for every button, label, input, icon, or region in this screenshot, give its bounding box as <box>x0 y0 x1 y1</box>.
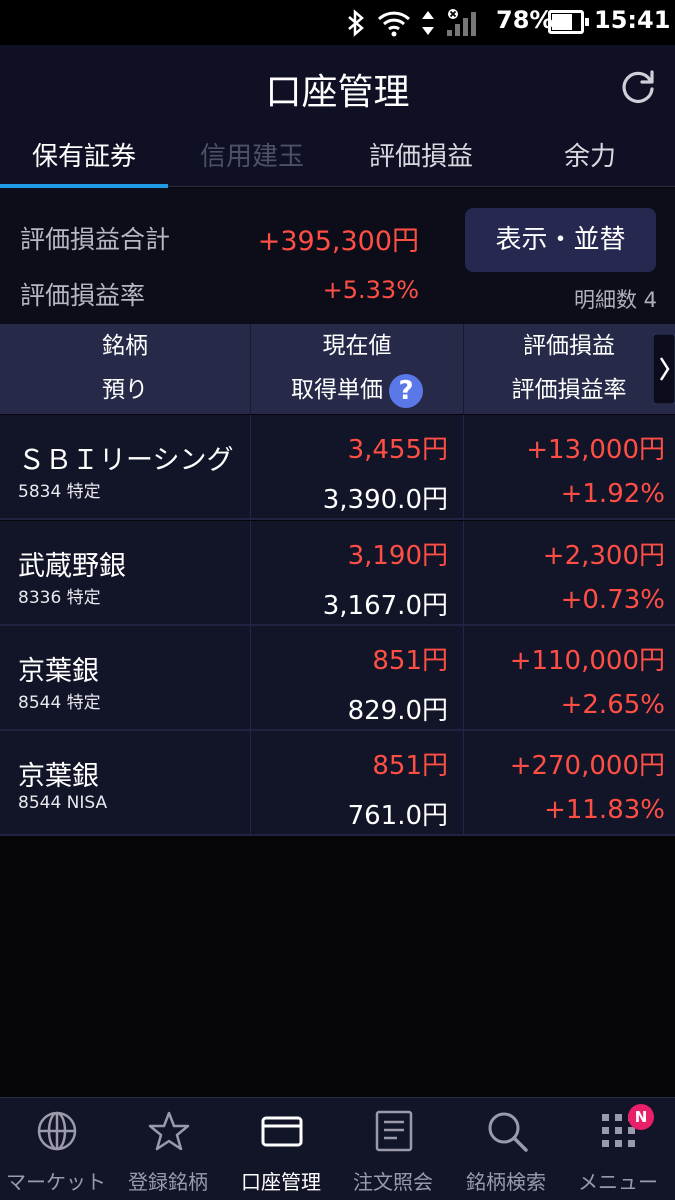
bluetooth-icon <box>348 9 364 37</box>
holding-row[interactable]: 京葉銀 8544 NISA 851円 761.0円 +270,000円 +11.… <box>0 731 675 836</box>
display-sort-button[interactable]: 表示・並替 <box>465 208 656 272</box>
nav-watchlist-label: 登録銘柄 <box>128 1170 208 1194</box>
summary-panel: 評価損益合計 +395,300円 評価損益率 +5.33% 表示・並替 明細数 … <box>0 188 675 324</box>
document-icon <box>375 1110 413 1152</box>
pl-rate-label: 評価損益率 <box>20 281 146 310</box>
total-pl-label: 評価損益合計 <box>20 225 171 254</box>
data-arrows-icon <box>422 11 434 35</box>
nav-menu-label: メニュー <box>578 1170 658 1194</box>
wifi-icon <box>377 11 411 37</box>
tab-margin-positions[interactable]: 信用建玉 <box>168 129 336 187</box>
holding-name: 京葉銀 <box>18 761 99 792</box>
current-price: 3,190円 <box>347 541 448 571</box>
header-pl: 評価損益 <box>523 333 615 359</box>
holding-name: ＳＢＩリーシング <box>18 445 234 476</box>
tab-valuation[interactable]: 評価損益 <box>337 129 505 187</box>
help-icon[interactable]: ? <box>389 373 423 408</box>
current-price: 3,455円 <box>347 435 448 465</box>
current-price: 851円 <box>372 646 448 676</box>
header-col-price: 現在値 取得単価? <box>251 324 463 414</box>
unrealized-pl-rate: +11.83% <box>544 795 665 825</box>
unrealized-pl-rate: +1.92% <box>560 479 665 509</box>
nav-market-label: マーケット <box>6 1170 106 1194</box>
refresh-icon[interactable] <box>619 68 657 106</box>
nav-search[interactable]: 銘柄検索 <box>450 1098 562 1200</box>
holding-name: 京葉銀 <box>18 656 99 687</box>
globe-icon <box>37 1111 77 1151</box>
status-icons <box>345 8 479 38</box>
unrealized-pl: +2,300円 <box>542 541 665 571</box>
header-stock: 銘柄 <box>102 333 148 359</box>
cost-price: 3,390.0円 <box>322 485 448 515</box>
app-header: 口座管理 <box>0 45 675 129</box>
nav-menu[interactable]: メニュー <box>562 1098 674 1200</box>
holdings-table-header: 銘柄 預り 現在値 取得単価? 評価損益 評価損益率 <box>0 324 675 414</box>
nav-account[interactable]: 口座管理 <box>225 1098 337 1200</box>
header-col-pl: 評価損益 評価損益率 <box>464 324 674 414</box>
header-cost-price: 取得単価 <box>291 377 383 403</box>
tab-holdings[interactable]: 保有証券 <box>0 129 168 188</box>
header-current-price: 現在値 <box>322 333 392 359</box>
menu-notification-badge: N <box>628 1104 654 1130</box>
header-col-name: 銘柄 預り <box>0 324 250 414</box>
cost-price: 3,167.0円 <box>322 591 448 621</box>
holding-name: 武蔵野銀 <box>18 551 126 582</box>
nav-watchlist[interactable]: 登録銘柄 <box>112 1098 224 1200</box>
header-pl-rate: 評価損益率 <box>511 377 627 403</box>
clock: 15:41 <box>594 6 671 34</box>
cost-price: 829.0円 <box>347 696 448 726</box>
search-icon <box>488 1112 528 1152</box>
nav-orders[interactable]: 注文照会 <box>337 1098 449 1200</box>
holding-code: 8336 特定 <box>18 588 101 608</box>
holding-code: 8544 特定 <box>18 693 101 713</box>
holding-row[interactable]: 京葉銀 8544 特定 851円 829.0円 +110,000円 +2.65% <box>0 626 675 731</box>
unrealized-pl: +110,000円 <box>509 646 665 676</box>
page-title: 口座管理 <box>265 72 410 113</box>
scroll-right-icon[interactable] <box>653 334 675 404</box>
pl-rate-value: +5.33% <box>322 276 419 304</box>
signal-icon <box>447 9 476 36</box>
current-price: 851円 <box>372 751 448 781</box>
tab-buying-power[interactable]: 余力 <box>506 129 674 187</box>
nav-account-label: 口座管理 <box>241 1170 321 1194</box>
status-bar: 78% 15:41 <box>0 0 675 45</box>
detail-count: 明細数 4 <box>573 288 657 312</box>
holding-code: 5834 特定 <box>18 482 101 502</box>
cost-price: 761.0円 <box>347 801 448 831</box>
header-custody: 預り <box>102 377 148 403</box>
header-cost-row: 取得単価? <box>251 368 463 412</box>
unrealized-pl-rate: +2.65% <box>560 690 665 720</box>
holding-row[interactable]: 武蔵野銀 8336 特定 3,190円 3,167.0円 +2,300円 +0.… <box>0 521 675 626</box>
star-icon <box>148 1111 190 1151</box>
holding-row[interactable]: ＳＢＩリーシング 5834 特定 3,455円 3,390.0円 +13,000… <box>0 415 675 520</box>
battery-icon <box>548 10 589 34</box>
card-icon <box>261 1116 303 1147</box>
bottom-nav: マーケット 登録銘柄 口座管理 注文照会 銘柄検索 メニュー <box>0 1097 675 1200</box>
unrealized-pl: +13,000円 <box>526 435 665 465</box>
nav-search-label: 銘柄検索 <box>466 1170 546 1194</box>
battery-percent: 78% <box>496 6 554 34</box>
nav-market[interactable]: マーケット <box>0 1098 112 1200</box>
unrealized-pl: +270,000円 <box>509 751 665 781</box>
unrealized-pl-rate: +0.73% <box>560 585 665 615</box>
holding-code: 8544 NISA <box>18 793 108 813</box>
total-pl-value: +395,300円 <box>257 226 419 257</box>
tab-bar: 保有証券 信用建玉 評価損益 余力 <box>0 129 675 188</box>
nav-orders-label: 注文照会 <box>353 1170 433 1194</box>
